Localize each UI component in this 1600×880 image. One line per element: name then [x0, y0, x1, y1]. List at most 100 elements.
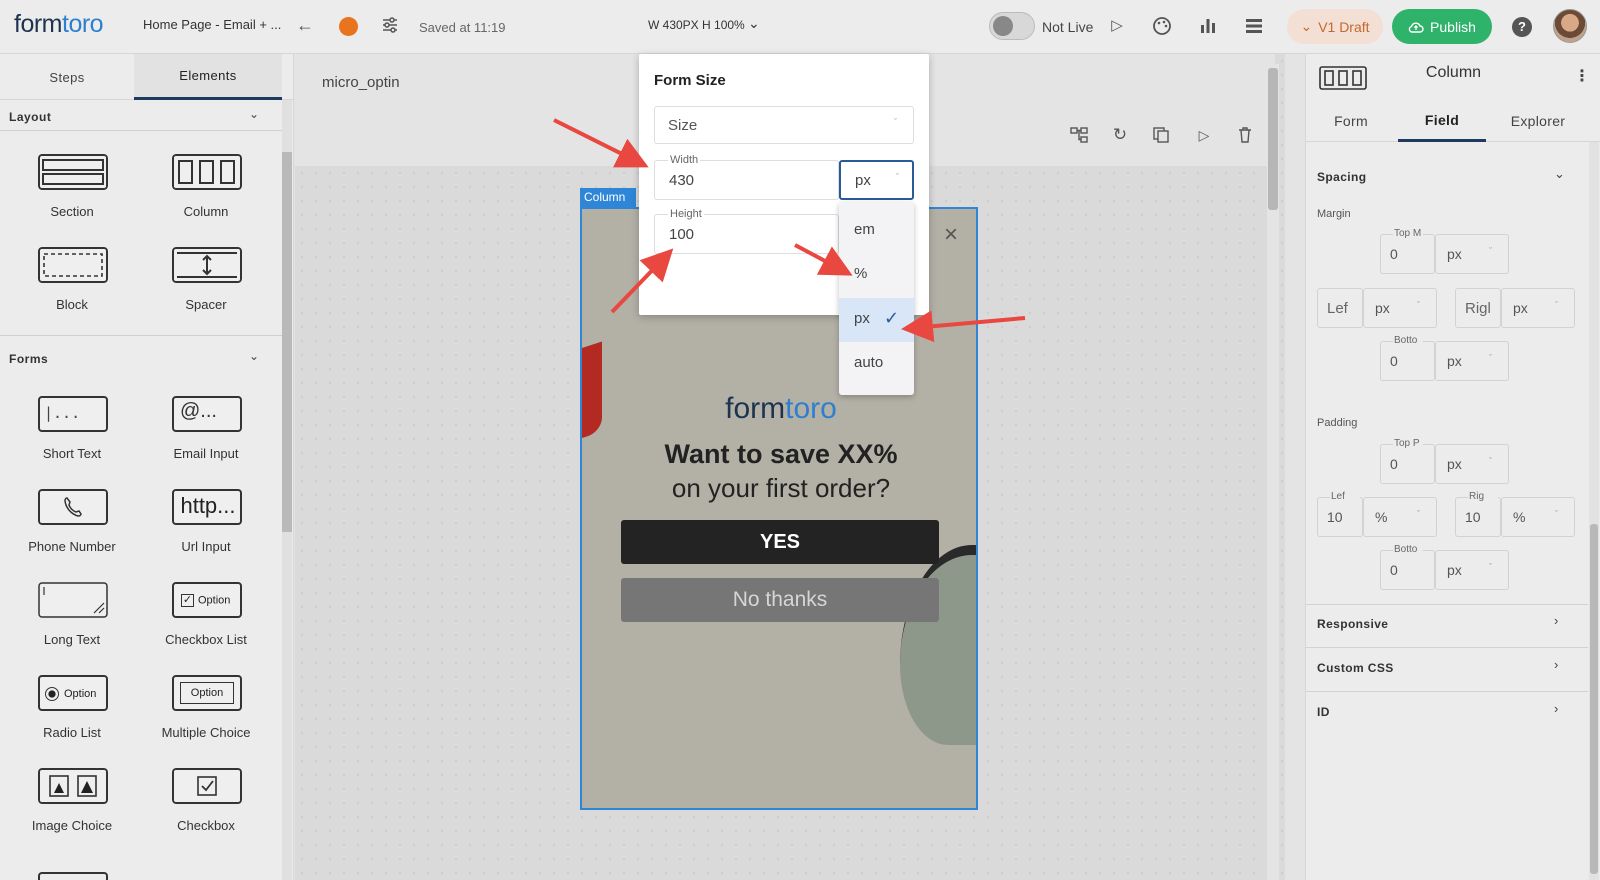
refresh-icon[interactable]: ↻ — [1111, 126, 1129, 144]
width-field[interactable]: Width 430 — [654, 154, 839, 200]
back-arrow-icon[interactable]: ← — [296, 15, 314, 36]
margin-bottom-input[interactable]: Botto 0 — [1380, 335, 1435, 381]
bar-chart-icon[interactable] — [1198, 16, 1218, 36]
element-short-text[interactable]: |... Short Text — [7, 396, 137, 482]
structure-icon[interactable] — [1070, 126, 1088, 144]
forms-section-header[interactable]: Forms — [9, 352, 48, 366]
popup-subheadline[interactable]: on your first order? — [582, 473, 976, 504]
tab-form[interactable]: Form — [1306, 100, 1396, 142]
panel-scrollbar-thumb[interactable] — [1590, 524, 1598, 874]
padding-left-input[interactable]: Lef 10 — [1317, 491, 1363, 537]
margin-top-input[interactable]: Top M0 — [1380, 228, 1435, 274]
padding-top-unit-select[interactable]: px — [1435, 444, 1509, 484]
chevron-down-icon[interactable]: ⌄ — [249, 349, 259, 363]
chevron-right-icon[interactable]: › — [1554, 701, 1558, 716]
spacing-section-header[interactable]: Spacing — [1317, 170, 1366, 184]
element-radio-list[interactable]: Option Radio List — [7, 675, 137, 761]
canvas-scrollbar-thumb[interactable] — [1268, 68, 1278, 210]
padding-bottom-input[interactable]: Botto 0 — [1380, 544, 1435, 590]
checkmark-icon: ✓ — [884, 308, 900, 328]
element-checkbox[interactable]: Checkbox — [141, 768, 271, 854]
live-toggle[interactable] — [989, 12, 1035, 40]
phone-icon — [38, 489, 108, 525]
element-long-text[interactable]: Long Text — [7, 582, 137, 668]
status-dot-icon[interactable] — [339, 17, 358, 36]
properties-panel: Column ⋮ Form Field Explorer Spacing ⌄ M… — [1305, 54, 1600, 880]
unit-option-auto[interactable]: auto — [839, 342, 914, 386]
duplicate-icon[interactable] — [1152, 126, 1170, 144]
chevron-down-icon[interactable]: ⌄ — [748, 15, 760, 32]
chevron-down-icon[interactable]: ⌄ — [1554, 166, 1565, 182]
element-image-choice[interactable]: Image Choice — [7, 768, 137, 854]
element-block[interactable]: Block — [7, 247, 137, 333]
popup-headline[interactable]: Want to save XX% — [582, 439, 976, 470]
chevron-down-icon[interactable]: ⌄ — [249, 107, 259, 121]
section-icon — [38, 154, 108, 190]
no-thanks-button[interactable]: No thanks — [621, 578, 939, 622]
element-checkbox-list[interactable]: ✓ Option Checkbox List — [141, 582, 271, 668]
width-input[interactable]: 430 — [669, 172, 694, 189]
help-icon[interactable]: ? — [1512, 17, 1532, 37]
padding-left-unit-select[interactable]: % — [1363, 497, 1437, 537]
layout-section-header[interactable]: Layout — [9, 110, 51, 124]
play-icon[interactable]: ▷ — [1107, 16, 1127, 36]
element-column[interactable]: Column — [141, 154, 271, 240]
play-icon[interactable]: ▷ — [1195, 126, 1213, 144]
elements-sidebar: Steps Elements Layout ⌄ Section Column B… — [0, 54, 294, 880]
tab-elements[interactable]: Elements — [134, 54, 282, 100]
list-icon[interactable] — [1244, 16, 1264, 36]
padding-right-input[interactable]: Rig 10 — [1455, 491, 1501, 537]
draft-version-button[interactable]: ⌄ V1 Draft — [1287, 9, 1383, 44]
trash-icon[interactable] — [1236, 126, 1254, 144]
element-section[interactable]: Section — [7, 154, 137, 240]
height-field[interactable]: Height 100 — [654, 208, 839, 254]
chevron-right-icon[interactable]: › — [1554, 613, 1558, 628]
avatar[interactable] — [1553, 9, 1587, 43]
size-summary[interactable]: W 430PX H 100% — [648, 18, 745, 32]
page-title[interactable]: Home Page - Email + ... — [143, 17, 281, 32]
element-spacer[interactable]: Spacer — [141, 247, 271, 333]
id-section-header[interactable]: ID — [1317, 705, 1330, 719]
margin-right-unit-select[interactable]: px — [1501, 288, 1575, 328]
size-preset-select[interactable]: Size ˇ — [654, 106, 914, 144]
tab-steps[interactable]: Steps — [0, 54, 134, 100]
margin-top-unit-select[interactable]: px — [1435, 234, 1509, 274]
margin-right-input[interactable]: Rigl — [1455, 288, 1501, 328]
element-partial[interactable] — [38, 872, 108, 880]
element-url-input[interactable]: http... Url Input — [141, 489, 271, 575]
divider — [1306, 647, 1588, 648]
unit-option-px[interactable]: px ✓ — [839, 298, 914, 342]
close-icon[interactable]: × — [944, 221, 958, 249]
element-multiple-choice[interactable]: Option Multiple Choice — [141, 675, 271, 761]
width-unit-select[interactable]: px ˇ — [839, 160, 914, 200]
height-input[interactable]: 100 — [669, 226, 694, 243]
tab-field[interactable]: Field — [1398, 100, 1486, 142]
padding-bottom-unit-select[interactable]: px — [1435, 550, 1509, 590]
yes-button[interactable]: YES — [621, 520, 939, 564]
dropdown-arrow-icon: ˇ — [896, 172, 899, 182]
chevron-right-icon[interactable]: › — [1554, 657, 1558, 672]
checkbox-list-icon: ✓ Option — [172, 582, 242, 618]
unit-option-percent[interactable]: % — [839, 253, 914, 297]
form-name[interactable]: micro_optin — [322, 74, 400, 91]
tab-explorer[interactable]: Explorer — [1488, 100, 1588, 142]
divider — [1306, 691, 1588, 692]
settings-sliders-icon[interactable] — [381, 16, 399, 34]
app-logo[interactable]: formtoro — [14, 10, 104, 39]
sidebar-scrollbar-thumb[interactable] — [282, 152, 292, 532]
unit-option-em[interactable]: em — [839, 209, 914, 253]
publish-button[interactable]: Publish — [1392, 9, 1492, 44]
margin-left-unit-select[interactable]: px — [1363, 288, 1437, 328]
palette-icon[interactable] — [1152, 16, 1172, 36]
more-options-icon[interactable]: ⋮ — [1574, 66, 1590, 86]
column-tag[interactable]: Column — [580, 188, 636, 207]
top-bar: formtoro Home Page - Email + ... ← Saved… — [0, 0, 1600, 54]
element-email-input[interactable]: @... Email Input — [141, 396, 271, 482]
padding-top-input[interactable]: Top P0 — [1380, 438, 1435, 484]
custom-css-section-header[interactable]: Custom CSS — [1317, 661, 1394, 675]
element-phone-number[interactable]: Phone Number — [7, 489, 137, 575]
responsive-section-header[interactable]: Responsive — [1317, 617, 1388, 631]
margin-left-input[interactable]: Lef — [1317, 288, 1363, 328]
padding-right-unit-select[interactable]: % — [1501, 497, 1575, 537]
margin-bottom-unit-select[interactable]: px — [1435, 341, 1509, 381]
